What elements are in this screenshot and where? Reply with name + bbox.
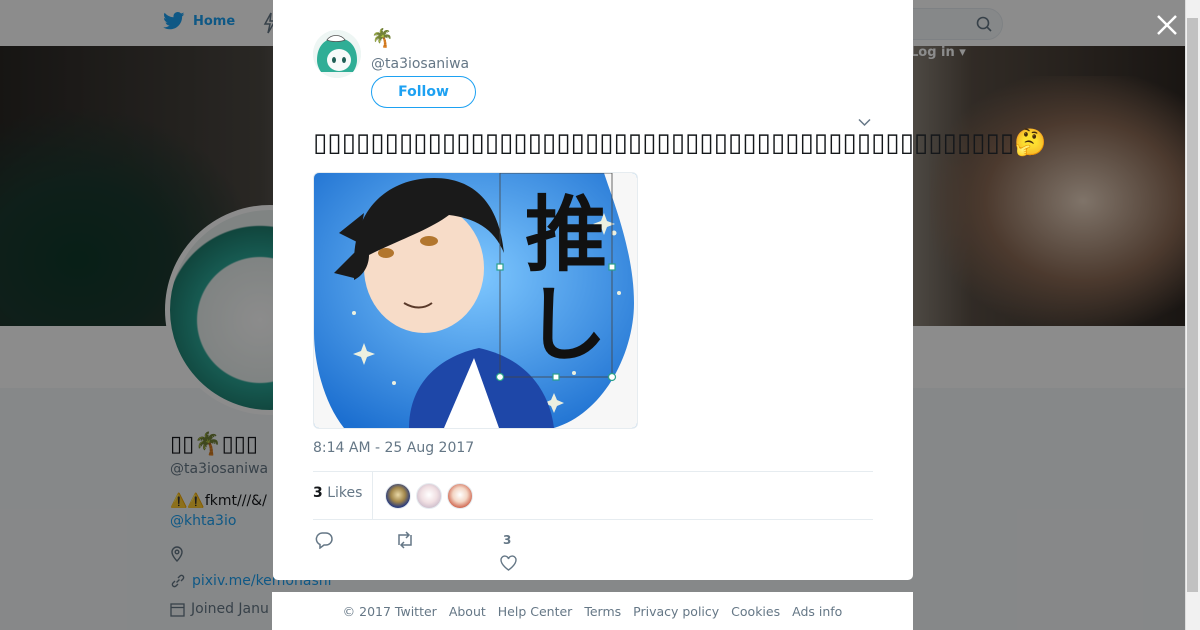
scrollbar-thumb[interactable] — [1187, 18, 1198, 592]
footer-link-ads-info[interactable]: Ads info — [792, 604, 842, 619]
heart-icon[interactable] — [500, 555, 517, 575]
author-name[interactable]: 🌴 — [371, 28, 393, 49]
tweet-text: ▯▯▯▯▯▯▯▯▯▯▯▯▯▯▯▯▯▯▯▯▯▯▯▯▯▯▯▯▯▯▯▯▯▯▯▯▯▯▯▯… — [313, 128, 1047, 158]
footer-copyright: © 2017 Twitter — [342, 603, 437, 619]
footer-link-about[interactable]: About — [449, 604, 486, 619]
liker-avatar[interactable] — [447, 483, 473, 509]
liker-avatar[interactable] — [385, 483, 411, 509]
footer-link-privacy[interactable]: Privacy policy — [633, 604, 719, 619]
footer-link-help-center[interactable]: Help Center — [498, 604, 573, 619]
tweet-timestamp[interactable]: 8:14 AM - 25 Aug 2017 — [313, 440, 474, 456]
likers-list — [385, 483, 473, 509]
tweet-image[interactable]: 推 し — [313, 172, 638, 429]
tweet-actions: 3 — [313, 530, 873, 571]
footer: © 2017 Twitter About Help Center Terms P… — [272, 592, 913, 630]
close-icon[interactable] — [1154, 12, 1180, 38]
reply-icon[interactable] — [315, 531, 333, 553]
retweet-icon[interactable] — [395, 531, 415, 553]
like-action-count: 3 — [503, 533, 512, 547]
footer-link-terms[interactable]: Terms — [584, 604, 621, 619]
follow-button[interactable]: Follow — [371, 76, 476, 108]
image-text: 推 — [525, 188, 607, 283]
tweet-stats: 3 Likes — [313, 471, 873, 520]
footer-link-cookies[interactable]: Cookies — [731, 604, 780, 619]
svg-text:し: し — [525, 278, 607, 373]
stats-divider — [372, 472, 373, 519]
likes-count[interactable]: 3 Likes — [313, 485, 362, 501]
author-handle[interactable]: @ta3iosaniwa — [371, 56, 469, 72]
author-avatar[interactable] — [313, 30, 361, 78]
tweet-modal: 🌴 @ta3iosaniwa Follow ▯▯▯▯▯▯▯▯▯▯▯▯▯▯▯▯▯▯… — [273, 0, 1046, 580]
liker-avatar[interactable] — [416, 483, 442, 509]
